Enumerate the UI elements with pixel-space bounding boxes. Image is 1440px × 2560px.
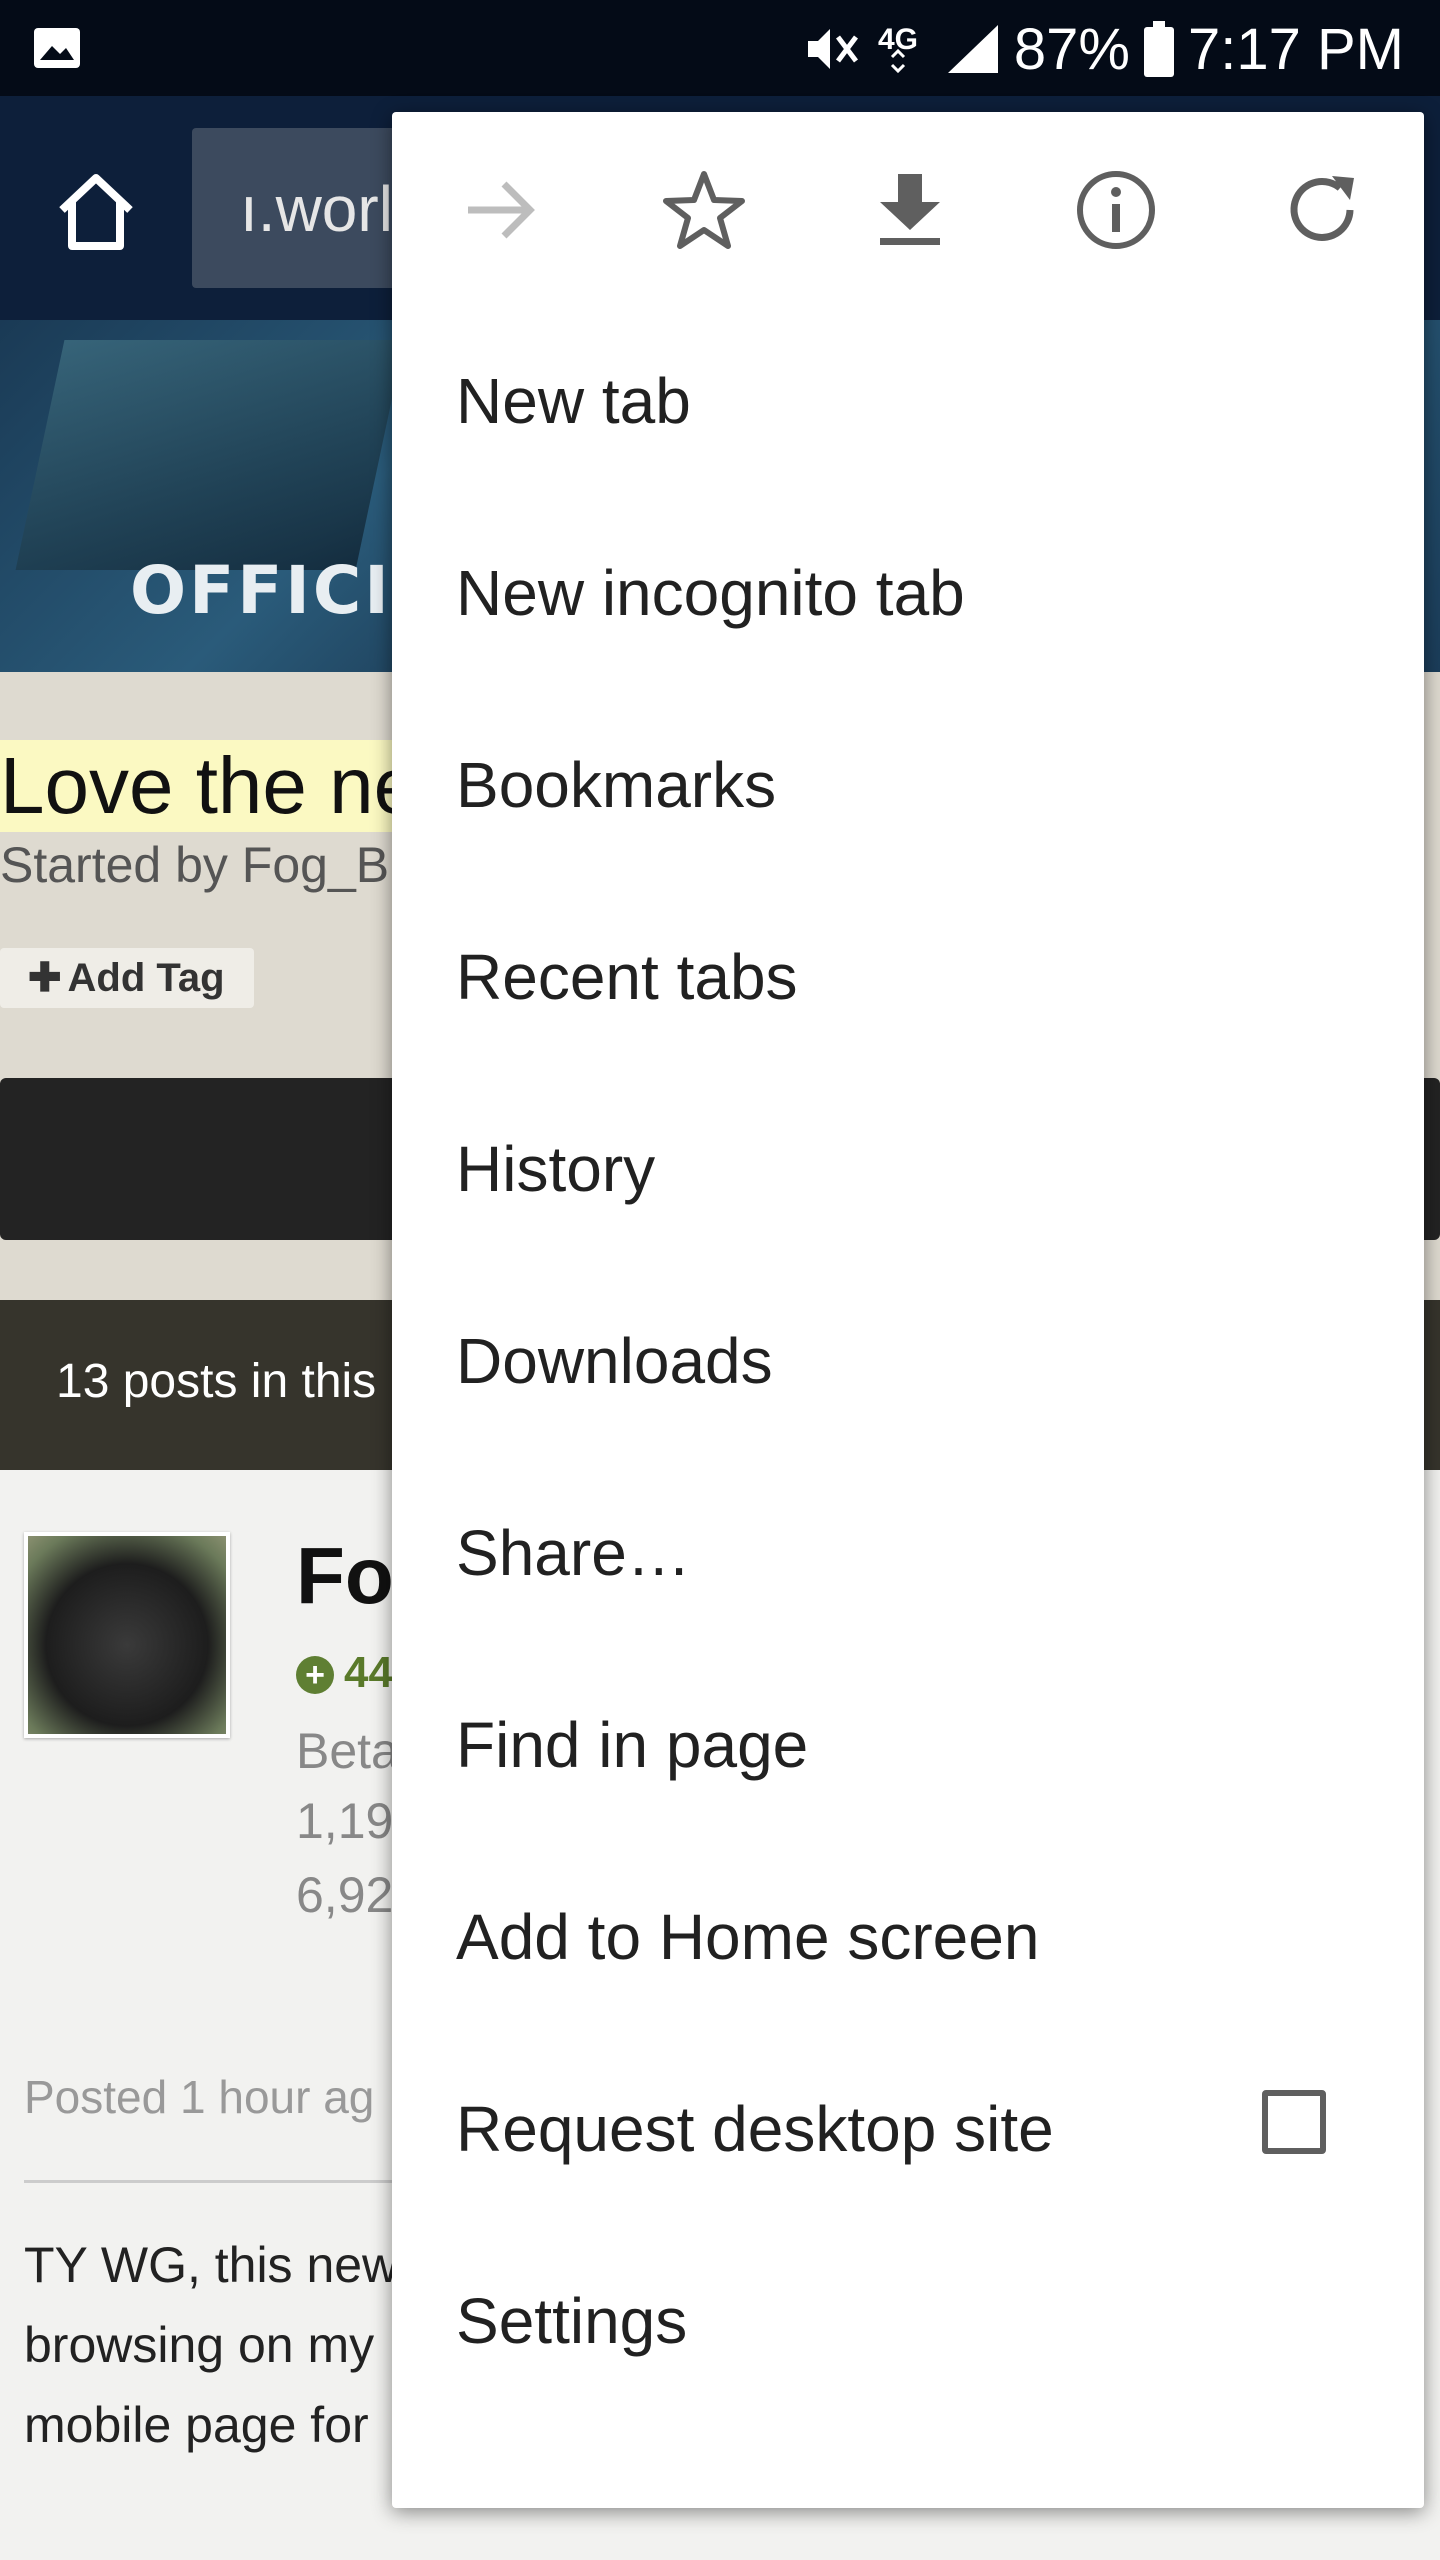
- clock: 7:17 PM: [1188, 16, 1404, 82]
- status-bar: 4G 87% 7:17 PM: [0, 0, 1440, 96]
- avatar-image: [28, 1536, 226, 1734]
- menu-item-label: Recent tabs: [456, 941, 798, 1013]
- menu-item-label: History: [456, 1133, 656, 1205]
- add-tag-label: Add Tag: [67, 956, 225, 1000]
- topic-starter: Started by Fog_B: [0, 837, 390, 893]
- gallery-icon: [34, 28, 80, 68]
- posted-time: Posted 1 hour ag: [24, 2071, 375, 2123]
- url-text: ı.worl: [240, 173, 393, 245]
- banner-artwork: [15, 340, 405, 570]
- menu-item-help-feedback[interactable]: Help & feedback: [392, 2416, 1424, 2508]
- menu-item-find-in-page[interactable]: Find in page: [392, 1648, 1424, 1840]
- post-body-line: browsing on my: [24, 2317, 375, 2373]
- menu-item-label: New tab: [456, 365, 691, 437]
- mute-icon: [807, 29, 858, 69]
- plus-circle-icon: +: [296, 1656, 334, 1695]
- battery-icon: [1144, 21, 1174, 77]
- forward-arrow-icon[interactable]: [458, 168, 542, 252]
- menu-item-label: Downloads: [456, 1325, 773, 1397]
- menu-item-downloads[interactable]: Downloads: [392, 1264, 1424, 1456]
- menu-item-label: Bookmarks: [456, 749, 777, 821]
- add-tag-button[interactable]: ✚ Add Tag: [0, 948, 254, 1008]
- reputation-value: 44: [344, 1648, 393, 1697]
- menu-item-request-desktop-site[interactable]: Request desktop site: [392, 2032, 1424, 2224]
- reputation-badge: +44: [296, 1648, 393, 1698]
- menu-item-label: Help & feedback: [456, 2496, 926, 2508]
- star-icon[interactable]: [662, 168, 746, 252]
- info-icon[interactable]: [1074, 168, 1158, 252]
- post-body-line: TY WG, this new: [24, 2237, 399, 2293]
- refresh-icon[interactable]: [1280, 168, 1364, 252]
- menu-item-share[interactable]: Share…: [392, 1456, 1424, 1648]
- menu-item-recent-tabs[interactable]: Recent tabs: [392, 880, 1424, 1072]
- author-name[interactable]: Fo: [296, 1530, 394, 1622]
- topic-title: Love the ne: [0, 740, 439, 832]
- desktop-site-checkbox[interactable]: [1262, 2090, 1326, 2154]
- menu-item-label: Add to Home screen: [456, 1901, 1040, 1973]
- menu-item-label: New incognito tab: [456, 557, 965, 629]
- battery-percent: 87%: [1013, 16, 1130, 82]
- menu-item-bookmarks[interactable]: Bookmarks: [392, 688, 1424, 880]
- menu-icon-row: [392, 112, 1424, 304]
- post-body-line: mobile page for: [24, 2397, 369, 2453]
- menu-item-new-tab[interactable]: New tab: [392, 304, 1424, 496]
- download-icon[interactable]: [868, 168, 952, 252]
- status-icons: 4G 87% 7:17 PM: [804, 14, 1404, 84]
- lte-icon: 4G: [878, 23, 918, 74]
- menu-item-label: Find in page: [456, 1709, 809, 1781]
- menu-item-label: Share…: [456, 1517, 691, 1589]
- menu-item-label: Settings: [456, 2285, 688, 2357]
- menu-item-history[interactable]: History: [392, 1072, 1424, 1264]
- post-count: 1,19: [296, 1793, 394, 1849]
- signal-icon: [947, 25, 998, 73]
- menu-item-settings[interactable]: Settings: [392, 2224, 1424, 2416]
- avatar[interactable]: [24, 1532, 230, 1738]
- battle-count: 6,92: [296, 1867, 394, 1923]
- menu-item-label: Request desktop site: [456, 2093, 1054, 2165]
- menu-item-new-incognito-tab[interactable]: New incognito tab: [392, 496, 1424, 688]
- plus-icon: ✚: [28, 956, 62, 1000]
- menu-item-add-to-home-screen[interactable]: Add to Home screen: [392, 1840, 1424, 2032]
- overflow-menu: New tab New incognito tab Bookmarks Rece…: [392, 112, 1424, 2508]
- posts-count-text: 13 posts in this: [56, 1355, 377, 1408]
- member-group: Beta: [296, 1723, 399, 1779]
- home-icon[interactable]: [52, 166, 140, 254]
